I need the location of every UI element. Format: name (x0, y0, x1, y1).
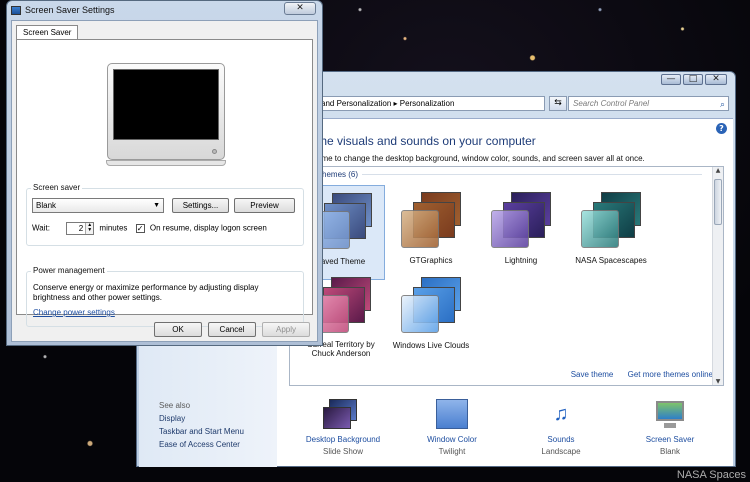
search-input[interactable]: Search Control Panel ⌕ (568, 96, 729, 111)
see-also-link-display[interactable]: Display (159, 414, 244, 423)
theme-name: NASA Spacescapes (575, 256, 647, 265)
theme-name: GTGraphics (409, 256, 453, 265)
page-description: eme to change the desktop background, wi… (317, 154, 645, 163)
theme-tile-lightning[interactable]: Lightning (477, 185, 565, 280)
settings-button[interactable]: Settings... (172, 198, 229, 213)
scroll-down-icon[interactable]: ▼ (714, 378, 722, 385)
bottom-item-title: Screen Saver (645, 435, 695, 444)
theme-tile-windows-live-clouds[interactable]: Windows Live Clouds (387, 270, 475, 365)
power-management-group: Power management Conserve energy or maxi… (26, 266, 304, 327)
scrollbar-thumb[interactable] (714, 179, 722, 225)
power-management-label: Power management (31, 266, 107, 275)
screen-saver-group-label: Screen saver (31, 183, 83, 192)
theme-name: Lightning (504, 256, 538, 265)
theme-thumbnail (491, 192, 551, 252)
screen-saver-group: Screen saver Blank ▼ Settings... Preview… (26, 183, 304, 246)
see-also-heading: See also (159, 401, 191, 410)
preview-button[interactable]: Preview (234, 198, 295, 213)
page-title: the visuals and sounds on your computer (317, 134, 536, 148)
apply-button[interactable]: Apply (262, 322, 310, 337)
bottom-item-subtitle: Twilight (438, 447, 466, 456)
desktop-background-icon (323, 399, 363, 431)
desktop-background-item[interactable]: Desktop Background Slide Show (293, 399, 393, 456)
tab-screen-saver[interactable]: Screen Saver (16, 25, 79, 40)
sounds-icon: ♫ (553, 403, 569, 425)
dialog-body: Screen Saver Screen saver Blank ▼ Settin… (11, 20, 318, 342)
desktop-watermark: NASA Spaces (676, 469, 746, 481)
themes-links: Save theme Get more themes online (559, 370, 713, 379)
sounds-item[interactable]: ♫ Sounds Landscape (511, 399, 611, 456)
themes-scrollbar[interactable]: ▲ ▼ (712, 167, 723, 385)
close-button[interactable]: ✕ (705, 74, 727, 85)
screen-saver-tab-page: Screen saver Blank ▼ Settings... Preview… (16, 39, 313, 327)
maximize-button[interactable]: □ (683, 74, 703, 85)
screen-saver-selected: Blank (36, 201, 57, 210)
monitor-preview-icon (106, 63, 226, 166)
save-theme-link[interactable]: Save theme (571, 370, 614, 379)
help-icon[interactable]: ? (716, 123, 727, 134)
bottom-item-subtitle: Blank (659, 447, 680, 456)
address-bar[interactable]: and Personalization ▸ Personalization (317, 96, 545, 111)
screen-saver-item[interactable]: Screen Saver Blank (620, 399, 720, 456)
search-placeholder: Search Control Panel (573, 99, 650, 108)
bottom-item-subtitle: Slide Show (322, 447, 364, 456)
theme-name: Windows Live Clouds (392, 341, 470, 350)
monitor-base (106, 160, 226, 166)
refresh-icon[interactable]: ⇆ (549, 96, 567, 111)
theme-tile-nasa-spacescapes[interactable]: NASA Spacescapes (567, 185, 655, 280)
window-color-item[interactable]: Window Color Twilight (402, 399, 502, 456)
logon-screen-checkbox[interactable]: ✓ (135, 224, 145, 233)
theme-thumbnail (581, 192, 641, 252)
cancel-button[interactable]: Cancel (208, 322, 256, 337)
preview-screen (113, 69, 219, 140)
minutes-label: minutes (99, 223, 128, 233)
see-also-link-ease-of-access[interactable]: Ease of Access Center (159, 440, 244, 449)
chevron-down-icon: ▼ (153, 202, 160, 209)
wait-label: Wait: (32, 223, 50, 233)
see-also-link-taskbar[interactable]: Taskbar and Start Menu (159, 427, 244, 436)
bottom-item-title: Sounds (547, 435, 575, 444)
screen-saver-icon (650, 399, 690, 431)
theme-thumbnail (401, 192, 461, 252)
dialog-close-button[interactable]: ✕ (284, 2, 316, 15)
power-management-text: Conserve energy or maximize performance … (33, 283, 259, 302)
wait-row: Wait: 2 ▲ ▼ minutes ✓ On resume, display l… (32, 222, 267, 235)
logon-screen-label: On resume, display logon screen (149, 223, 267, 233)
theme-tile-gtgraphics[interactable]: GTGraphics (387, 185, 475, 280)
screen-saver-select[interactable]: Blank ▼ (32, 198, 164, 213)
get-more-themes-link[interactable]: Get more themes online (628, 370, 713, 379)
window-color-icon (432, 399, 472, 431)
bottom-item-title: Desktop Background (305, 435, 381, 444)
themes-list: hemes (6) saved Theme GTGraphics Lightni… (289, 166, 724, 386)
screen-saver-dialog-icon (11, 6, 21, 15)
search-icon[interactable]: ⌕ (720, 98, 725, 111)
scroll-up-icon[interactable]: ▲ (714, 167, 722, 174)
see-also-section: See also Display Taskbar and Start Menu … (159, 401, 244, 453)
dialog-title: Screen Saver Settings (25, 5, 115, 15)
screen-saver-dialog: Screen Saver Settings ✕ Screen Saver Scr… (6, 0, 323, 346)
themes-group-label: hemes (6) (322, 170, 703, 179)
stepper-arrows-icon[interactable]: ▲ ▼ (85, 223, 94, 234)
bottom-item-title: Window Color (427, 435, 477, 444)
power-led-icon (212, 149, 217, 154)
window-controls: — □ ✕ (661, 74, 727, 85)
theme-thumbnail (401, 277, 461, 337)
minimize-button[interactable]: — (661, 74, 681, 85)
ok-button[interactable]: OK (154, 322, 202, 337)
bottom-item-subtitle: Landscape (541, 447, 581, 456)
change-power-settings-link[interactable]: Change power settings (33, 308, 115, 317)
wait-minutes-stepper[interactable]: 2 ▲ ▼ (66, 222, 95, 235)
